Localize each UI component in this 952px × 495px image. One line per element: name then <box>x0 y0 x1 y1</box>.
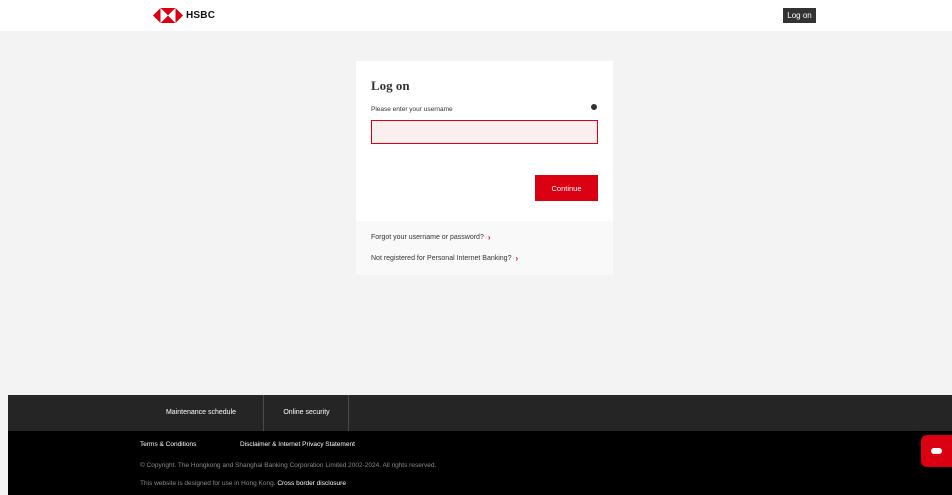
forgot-credentials-text: Forgot your username or password? <box>371 234 484 241</box>
register-link[interactable]: Not registered for Personal Internet Ban… <box>371 254 518 263</box>
header-logon-button[interactable]: Log on <box>783 8 816 23</box>
disclaimer-link[interactable]: Disclaimer & Internet Privacy Statement <box>240 441 355 448</box>
login-help-links: Forgot your username or password? › Not … <box>356 221 613 275</box>
site-footer: Terms & Conditions Disclaimer & Internet… <box>8 431 952 495</box>
brand-name: HSBC <box>186 10 216 21</box>
continue-button[interactable]: Continue <box>535 175 598 201</box>
terms-link[interactable]: Terms & Conditions <box>140 441 196 448</box>
forgot-credentials-link[interactable]: Forgot your username or password? › <box>371 233 491 242</box>
cross-border-link[interactable]: Cross border disclosure <box>277 480 346 487</box>
help-icon[interactable] <box>591 104 597 110</box>
chat-button[interactable] <box>921 435 952 467</box>
designed-for-label: This website is designed for use in Hong… <box>140 480 276 487</box>
chevron-right-icon: › <box>487 233 491 242</box>
username-input[interactable] <box>371 120 598 144</box>
login-card: Log on Please enter your username Contin… <box>356 61 613 275</box>
username-label: Please enter your username <box>371 106 453 113</box>
site-header: HSBC Log on <box>0 0 952 31</box>
online-security-link[interactable]: Online security <box>265 395 349 431</box>
chat-icon <box>931 448 942 454</box>
copyright-text: © Copyright. The Hongkong and Shanghai B… <box>140 462 437 469</box>
designed-for-text: This website is designed for use in Hong… <box>140 480 346 487</box>
footer-nav: Maintenance schedule Online security <box>8 395 952 431</box>
login-title: Log on <box>371 78 410 93</box>
hsbc-hexagon-icon <box>153 8 183 23</box>
maintenance-schedule-link[interactable]: Maintenance schedule <box>139 395 264 431</box>
register-text: Not registered for Personal Internet Ban… <box>371 255 512 262</box>
chevron-right-icon: › <box>515 254 519 263</box>
hsbc-logo[interactable]: HSBC <box>153 8 215 23</box>
